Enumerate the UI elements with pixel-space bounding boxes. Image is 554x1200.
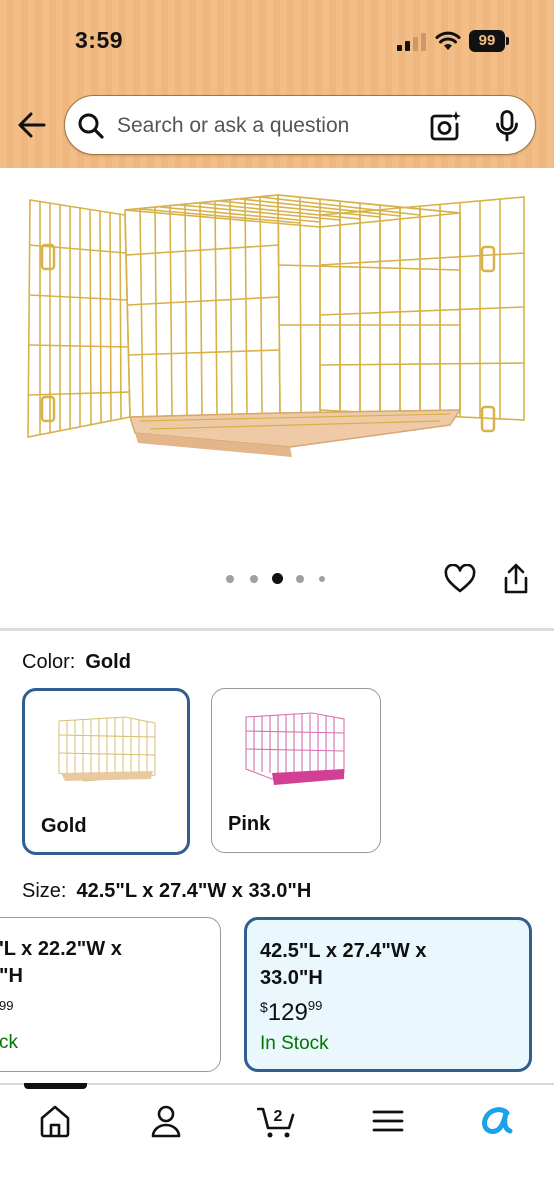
back-arrow-icon[interactable] — [16, 110, 48, 140]
status-bar: 3:59 99 — [0, 0, 554, 84]
product-image[interactable] — [20, 185, 532, 485]
cart-count: 2 — [274, 1108, 283, 1125]
size-option-price: 99 — [0, 998, 14, 1013]
rufus-icon[interactable] — [480, 1103, 516, 1139]
pink-crate-thumbnail — [245, 712, 345, 785]
active-tab-indicator — [24, 1083, 87, 1089]
gold-crate-thumbnail — [58, 716, 156, 782]
size-option-line2: 33.0"H — [260, 967, 323, 989]
color-label: Color: — [22, 651, 76, 673]
color-option-label: Gold — [41, 815, 87, 837]
header: 3:59 99 Search or ask a question — [0, 0, 554, 168]
color-option-gold[interactable]: Gold — [22, 688, 190, 855]
color-option-label: Pink — [228, 813, 271, 835]
size-option-stock: In Stock — [260, 1033, 329, 1054]
size-option-line1: 'L x 22.2"W x — [0, 938, 122, 960]
battery-icon: 99 — [469, 30, 509, 52]
battery-level: 99 — [469, 30, 505, 52]
heart-icon[interactable] — [444, 564, 476, 594]
wifi-icon — [435, 31, 461, 50]
color-value: Gold — [85, 651, 131, 673]
size-label: Size: — [22, 880, 67, 902]
account-icon[interactable] — [148, 1103, 184, 1139]
size-option-line1: 42.5"L x 27.4"W x — [260, 940, 427, 962]
size-option-card-selected[interactable]: 42.5"L x 27.4"W x 33.0"H $12999 In Stock — [244, 917, 532, 1072]
size-selection-label: Size: 42.5"L x 27.4"W x 33.0"H — [22, 880, 311, 903]
microphone-icon[interactable] — [495, 110, 519, 142]
share-icon[interactable] — [503, 563, 529, 595]
search-placeholder: Search or ask a question — [117, 114, 350, 137]
cart-icon[interactable]: 2 — [257, 1103, 297, 1139]
size-option-card[interactable]: 'L x 22.2"W x "H 99 ck — [0, 917, 221, 1072]
carousel-dot[interactable] — [296, 575, 304, 583]
color-option-pink[interactable]: Pink — [211, 688, 381, 853]
search-icon — [78, 113, 104, 139]
menu-icon[interactable] — [370, 1103, 406, 1139]
size-value: 42.5"L x 27.4"W x 33.0"H — [76, 880, 312, 902]
status-time: 3:59 — [75, 27, 124, 53]
carousel-dot[interactable] — [250, 575, 258, 583]
bottom-navigation: 2 — [0, 1085, 554, 1200]
section-divider — [0, 628, 554, 631]
carousel-dot[interactable] — [319, 576, 325, 582]
size-option-price: $12999 — [260, 998, 323, 1026]
color-selection-label: Color: Gold — [22, 651, 131, 674]
size-option-line2: "H — [0, 965, 23, 987]
search-input[interactable]: Search or ask a question — [64, 95, 536, 155]
camera-lens-icon[interactable] — [429, 110, 461, 142]
carousel-dot-active[interactable] — [272, 573, 283, 584]
cellular-signal-icon — [397, 33, 426, 51]
home-icon[interactable] — [37, 1103, 73, 1139]
carousel-dot[interactable] — [226, 575, 234, 583]
size-option-stock: ck — [0, 1032, 18, 1053]
